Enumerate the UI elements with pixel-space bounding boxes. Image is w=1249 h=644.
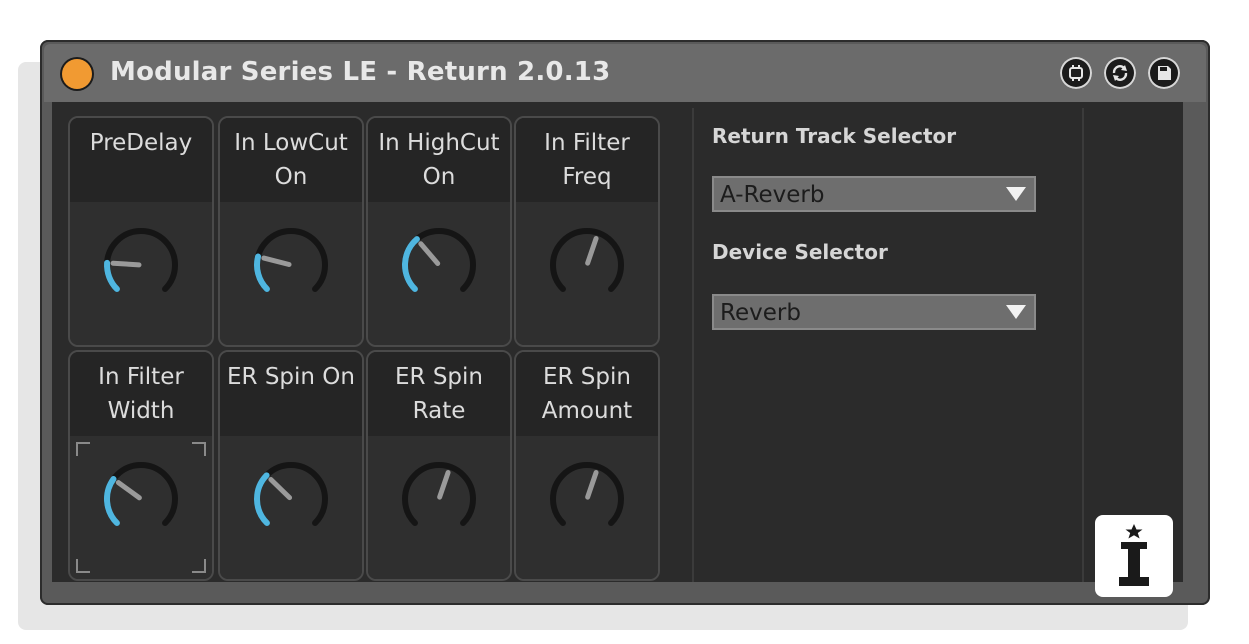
parameter-label: PreDelay (89, 130, 193, 156)
info-logo-icon (1119, 524, 1149, 586)
refresh-icon (1112, 65, 1128, 81)
knob-ring (104, 462, 178, 527)
refresh-button[interactable] (1104, 57, 1136, 89)
info-button[interactable] (1095, 515, 1173, 597)
return-track-dropdown[interactable]: A-Reverb (712, 176, 1036, 212)
knob[interactable] (542, 220, 632, 310)
knob-value-arc (104, 259, 120, 293)
parameter-header: In HighCut On (368, 118, 510, 202)
map-icon (1069, 65, 1083, 81)
focus-corner (192, 442, 206, 456)
knob-needle (585, 236, 599, 266)
map-button[interactable] (1060, 57, 1092, 89)
focus-corner (76, 559, 90, 573)
parameter-cell[interactable]: In HighCut On (366, 116, 512, 347)
knob-value-arc (254, 472, 270, 527)
parameter-body (516, 202, 658, 345)
parameter-body (70, 436, 212, 579)
divider (1082, 108, 1084, 582)
parameter-label: ER Spin Amount (541, 364, 633, 424)
device-selector-value: Reverb (720, 300, 801, 326)
parameter-label: In LowCut On (234, 130, 348, 190)
power-button[interactable] (62, 59, 92, 89)
parameter-label: ER Spin Rate (395, 364, 483, 424)
parameter-header: PreDelay (70, 118, 212, 202)
focus-corner (192, 559, 206, 573)
knob[interactable] (96, 454, 186, 544)
knob[interactable] (394, 220, 484, 310)
knob-value-arc (104, 476, 120, 527)
knob-needle (418, 241, 441, 266)
device-window: Modular Series LE - Return 2.0.13 PreDel… (40, 40, 1210, 605)
knob[interactable] (246, 220, 336, 310)
knob-needle (585, 470, 599, 500)
parameter-header: In Filter Freq (516, 118, 658, 202)
parameter-cell[interactable]: In Filter Freq (514, 116, 660, 347)
title-bar[interactable]: Modular Series LE - Return 2.0.13 (44, 44, 1206, 102)
parameter-cell[interactable]: In LowCut On (218, 116, 364, 347)
knob[interactable] (542, 454, 632, 544)
device-title: Modular Series LE - Return 2.0.13 (110, 57, 611, 87)
parameter-cell[interactable]: In Filter Width (68, 350, 214, 581)
device-selector-label: Device Selector (712, 240, 888, 264)
divider (692, 108, 694, 582)
knob-needle (437, 470, 451, 500)
parameter-body (368, 202, 510, 345)
parameter-body (516, 436, 658, 579)
chevron-down-icon (1006, 305, 1026, 319)
device-selector-dropdown[interactable]: Reverb (712, 294, 1036, 330)
parameter-body (220, 436, 362, 579)
knob-value-arc (254, 253, 270, 293)
knob-needle (261, 255, 292, 267)
parameter-cell[interactable]: ER Spin On (218, 350, 364, 581)
parameter-header: In Filter Width (70, 352, 212, 436)
parameter-label: In Filter Freq (544, 130, 630, 190)
parameter-header: ER Spin Rate (368, 352, 510, 436)
parameter-label: In HighCut On (378, 130, 500, 190)
parameter-label: In Filter Width (98, 364, 184, 424)
parameter-body (368, 436, 510, 579)
parameter-header: ER Spin Amount (516, 352, 658, 436)
return-track-value: A-Reverb (720, 182, 825, 208)
knob-ring (104, 228, 178, 293)
knob-needle (110, 260, 142, 268)
knob[interactable] (246, 454, 336, 544)
focus-corner (76, 442, 90, 456)
return-track-label: Return Track Selector (712, 124, 957, 148)
save-icon (1158, 66, 1171, 80)
knob[interactable] (96, 220, 186, 310)
parameter-header: ER Spin On (220, 352, 362, 436)
parameter-cell[interactable]: PreDelay (68, 116, 214, 347)
parameter-cell[interactable]: ER Spin Amount (514, 350, 660, 581)
knob-value-arc (402, 236, 420, 293)
chevron-down-icon (1006, 187, 1026, 201)
knob-needle (268, 477, 293, 501)
device-body: PreDelay In LowCut On In HighCut On In Filt… (52, 102, 1183, 597)
knob-needle (115, 480, 142, 501)
parameter-cell[interactable]: ER Spin Rate (366, 350, 512, 581)
parameter-body (70, 202, 212, 345)
save-button[interactable] (1148, 57, 1180, 89)
parameter-label: ER Spin On (227, 364, 355, 390)
knob[interactable] (394, 454, 484, 544)
parameter-body (220, 202, 362, 345)
parameter-header: In LowCut On (220, 118, 362, 202)
